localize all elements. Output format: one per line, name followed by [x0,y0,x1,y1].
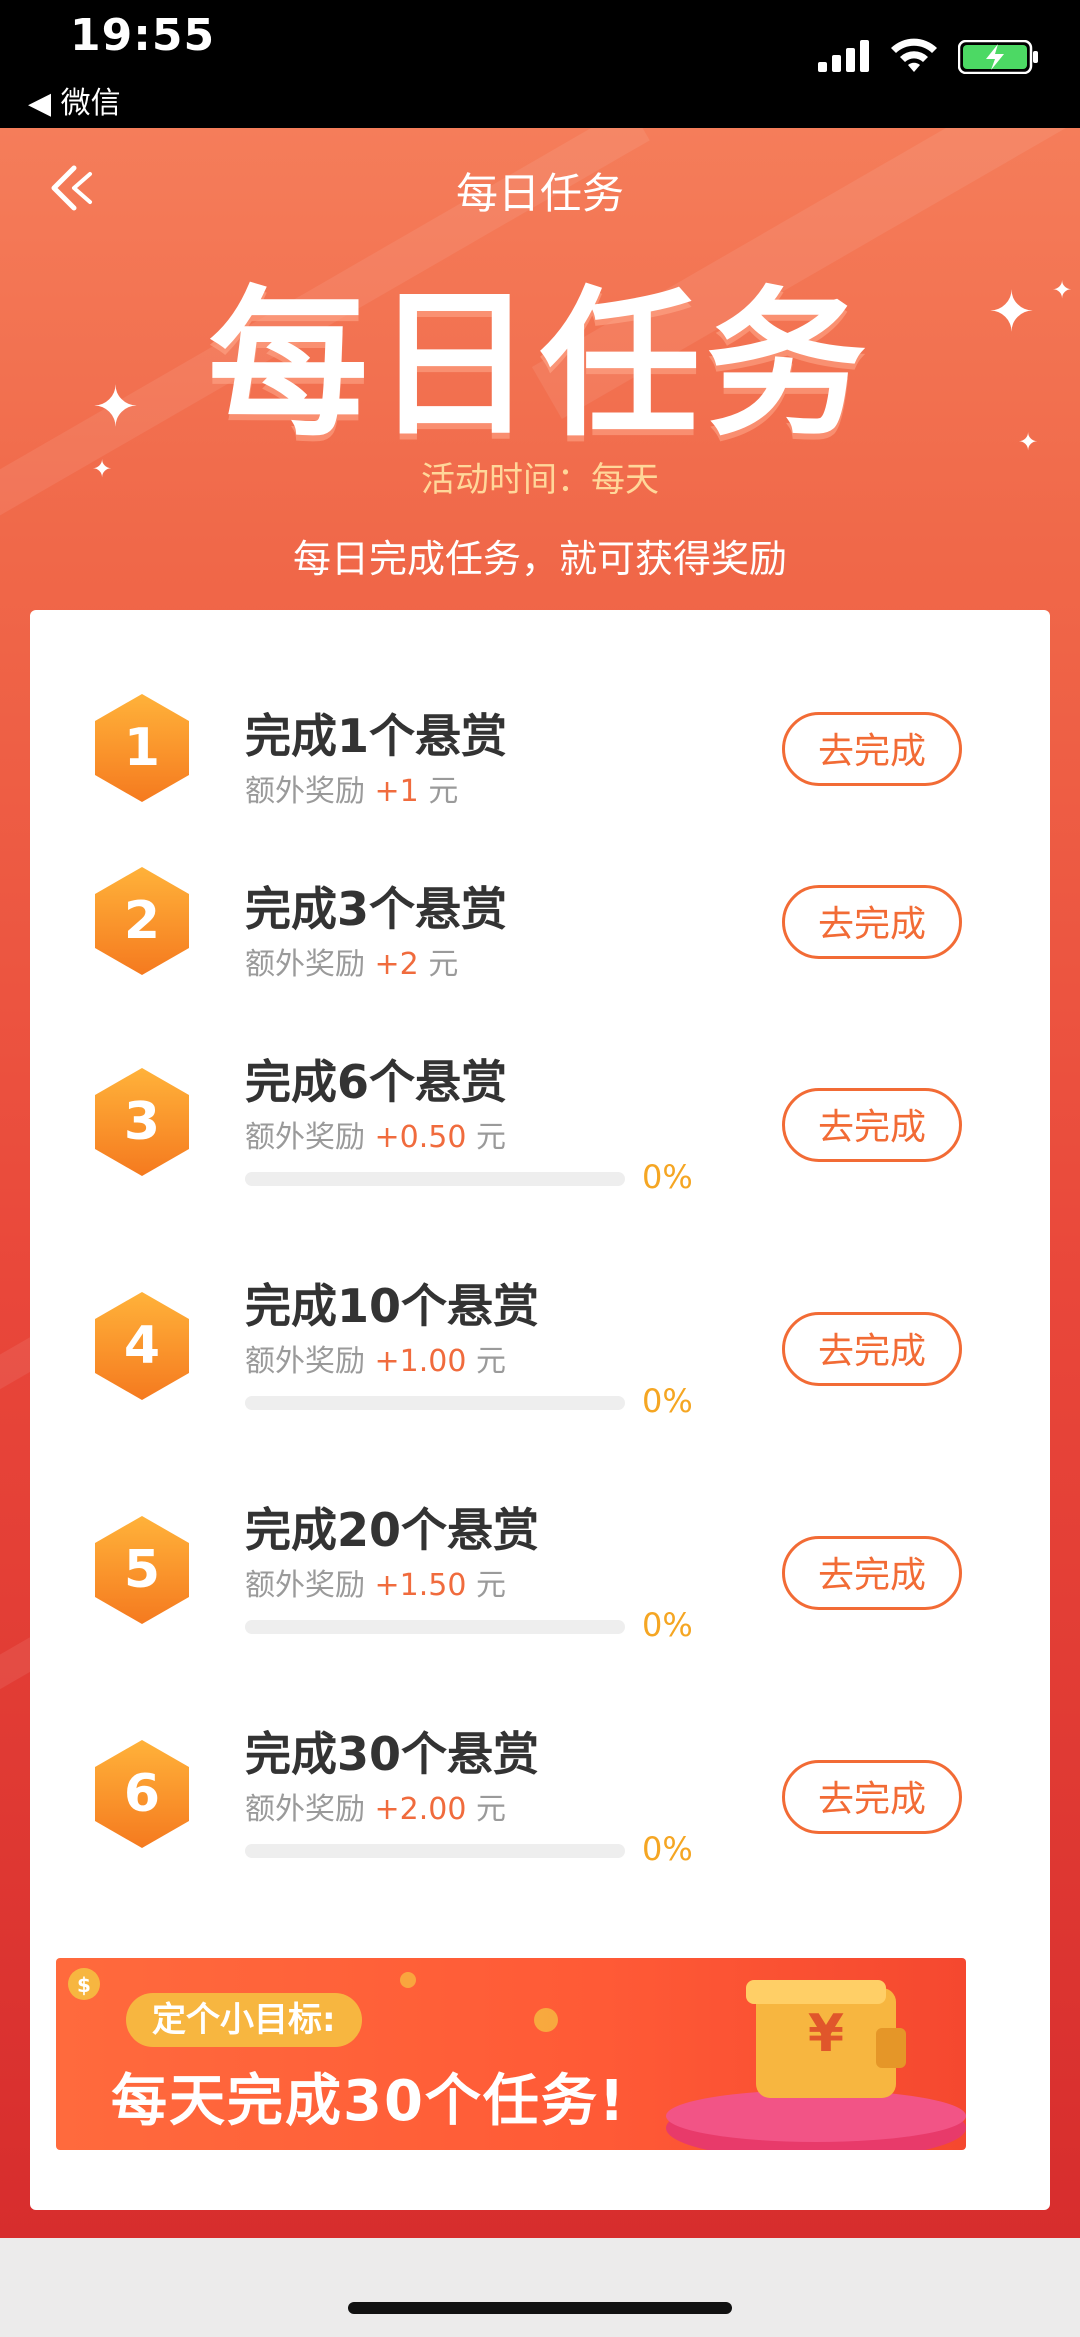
task-number: 5 [123,1540,161,1600]
reward-unit: 元 [476,1568,507,1603]
hero-title: 每日任务 [207,271,872,458]
task-title: 完成10个悬赏 [245,1279,540,1333]
task-row: 6 完成30个悬赏 额外奖励 +2.00 元 0% 去完成 [30,1700,1050,1880]
reward-unit: 元 [428,774,459,809]
task-title: 完成20个悬赏 [245,1503,540,1557]
task-row: 4 完成10个悬赏 额外奖励 +1.00 元 0% 去完成 [30,1252,1050,1432]
task-number: 3 [123,1092,161,1152]
task-title: 完成6个悬赏 [245,1055,508,1109]
banner-headline: 每天完成30个任务! [111,2069,627,2134]
task-reward: 额外奖励 +1.00 元 [245,1336,506,1380]
task-reward: 额外奖励 +0.50 元 [245,1112,506,1156]
reward-unit: 元 [476,1792,507,1827]
back-app-label: 微信 [60,86,121,121]
reward-amount: +1.50 [374,1568,467,1603]
progress-bar [245,1844,625,1858]
banner-tag: 定个小目标: [126,1993,362,2047]
progress-percent: 0% [642,1606,693,1644]
reward-amount: +0.50 [374,1120,467,1155]
sparkle-icon: ✦ [1018,428,1039,456]
go-complete-button[interactable]: 去完成 [782,885,962,959]
sparkle-icon: ✦ [92,455,113,483]
progress-bar [245,1620,625,1634]
status-bar: 19:55 ◀ 微信 [0,0,1080,128]
go-complete-button[interactable]: 去完成 [782,712,962,786]
task-reward: 额外奖励 +2.00 元 [245,1784,506,1828]
reward-label: 额外奖励 [245,1568,365,1603]
reward-unit: 元 [428,947,459,982]
reward-label: 额外奖励 [245,1120,365,1155]
sparkle-icon: ✦ [92,375,139,440]
go-complete-button[interactable]: 去完成 [782,1536,962,1610]
task-number: 1 [123,718,161,778]
battery-charging-icon [958,40,1038,74]
reward-amount: +2 [374,947,419,982]
progress-bar [245,1172,625,1186]
reward-label: 额外奖励 [245,947,365,982]
goal-banner[interactable]: $ ¥ 定个小目标: 每天完成30个任务! [56,1958,966,2150]
header-subtitle: 每日完成任务，就可获得奖励 [292,537,787,581]
wifi-icon [891,38,937,72]
reward-amount: +2.00 [374,1792,467,1827]
task-reward: 额外奖励 +2 元 [245,939,458,983]
reward-unit: 元 [476,1344,507,1379]
back-triangle-icon: ◀ [28,86,52,121]
home-indicator[interactable] [348,2302,732,2314]
task-number: 4 [123,1316,161,1376]
task-row: 3 完成6个悬赏 额外奖励 +0.50 元 0% 去完成 [30,1028,1050,1208]
task-number: 6 [123,1764,161,1824]
reward-unit: 元 [476,1120,507,1155]
sparkle-icon: ✦ [1052,276,1073,304]
status-time: 19:55 [70,10,216,61]
back-to-wechat-link[interactable]: ◀ 微信 [28,78,121,122]
task-title: 完成30个悬赏 [245,1727,540,1781]
progress-percent: 0% [642,1158,693,1196]
task-reward: 额外奖励 +1 元 [245,766,458,810]
progress-percent: 0% [642,1830,693,1868]
task-title: 完成1个悬赏 [245,709,508,763]
svg-text:$: $ [77,1973,91,1997]
task-row: 2 完成3个悬赏 额外奖励 +2 元 去完成 [30,855,1050,985]
nav-title: 每日任务 [455,169,624,218]
go-complete-button[interactable]: 去完成 [782,1088,962,1162]
task-row: 1 完成1个悬赏 额外奖励 +1 元 去完成 [30,682,1050,812]
activity-time-text: 活动时间：每天 [421,460,659,500]
reward-label: 额外奖励 [245,1344,365,1379]
sparkle-icon: ✦ [988,280,1035,345]
go-complete-button[interactable]: 去完成 [782,1312,962,1386]
reward-label: 额外奖励 [245,774,365,809]
reward-amount: +1.00 [374,1344,467,1379]
go-complete-button[interactable]: 去完成 [782,1760,962,1834]
reward-amount: +1 [374,774,419,809]
reward-label: 额外奖励 [245,1792,365,1827]
progress-percent: 0% [642,1382,693,1420]
cellular-signal-icon [818,40,869,72]
progress-bar [245,1396,625,1410]
wallet-yen-symbol: ¥ [807,2004,845,2064]
task-title: 完成3个悬赏 [245,882,508,936]
task-reward: 额外奖励 +1.50 元 [245,1560,506,1604]
task-row: 5 完成20个悬赏 额外奖励 +1.50 元 0% 去完成 [30,1476,1050,1656]
task-number: 2 [123,891,161,951]
